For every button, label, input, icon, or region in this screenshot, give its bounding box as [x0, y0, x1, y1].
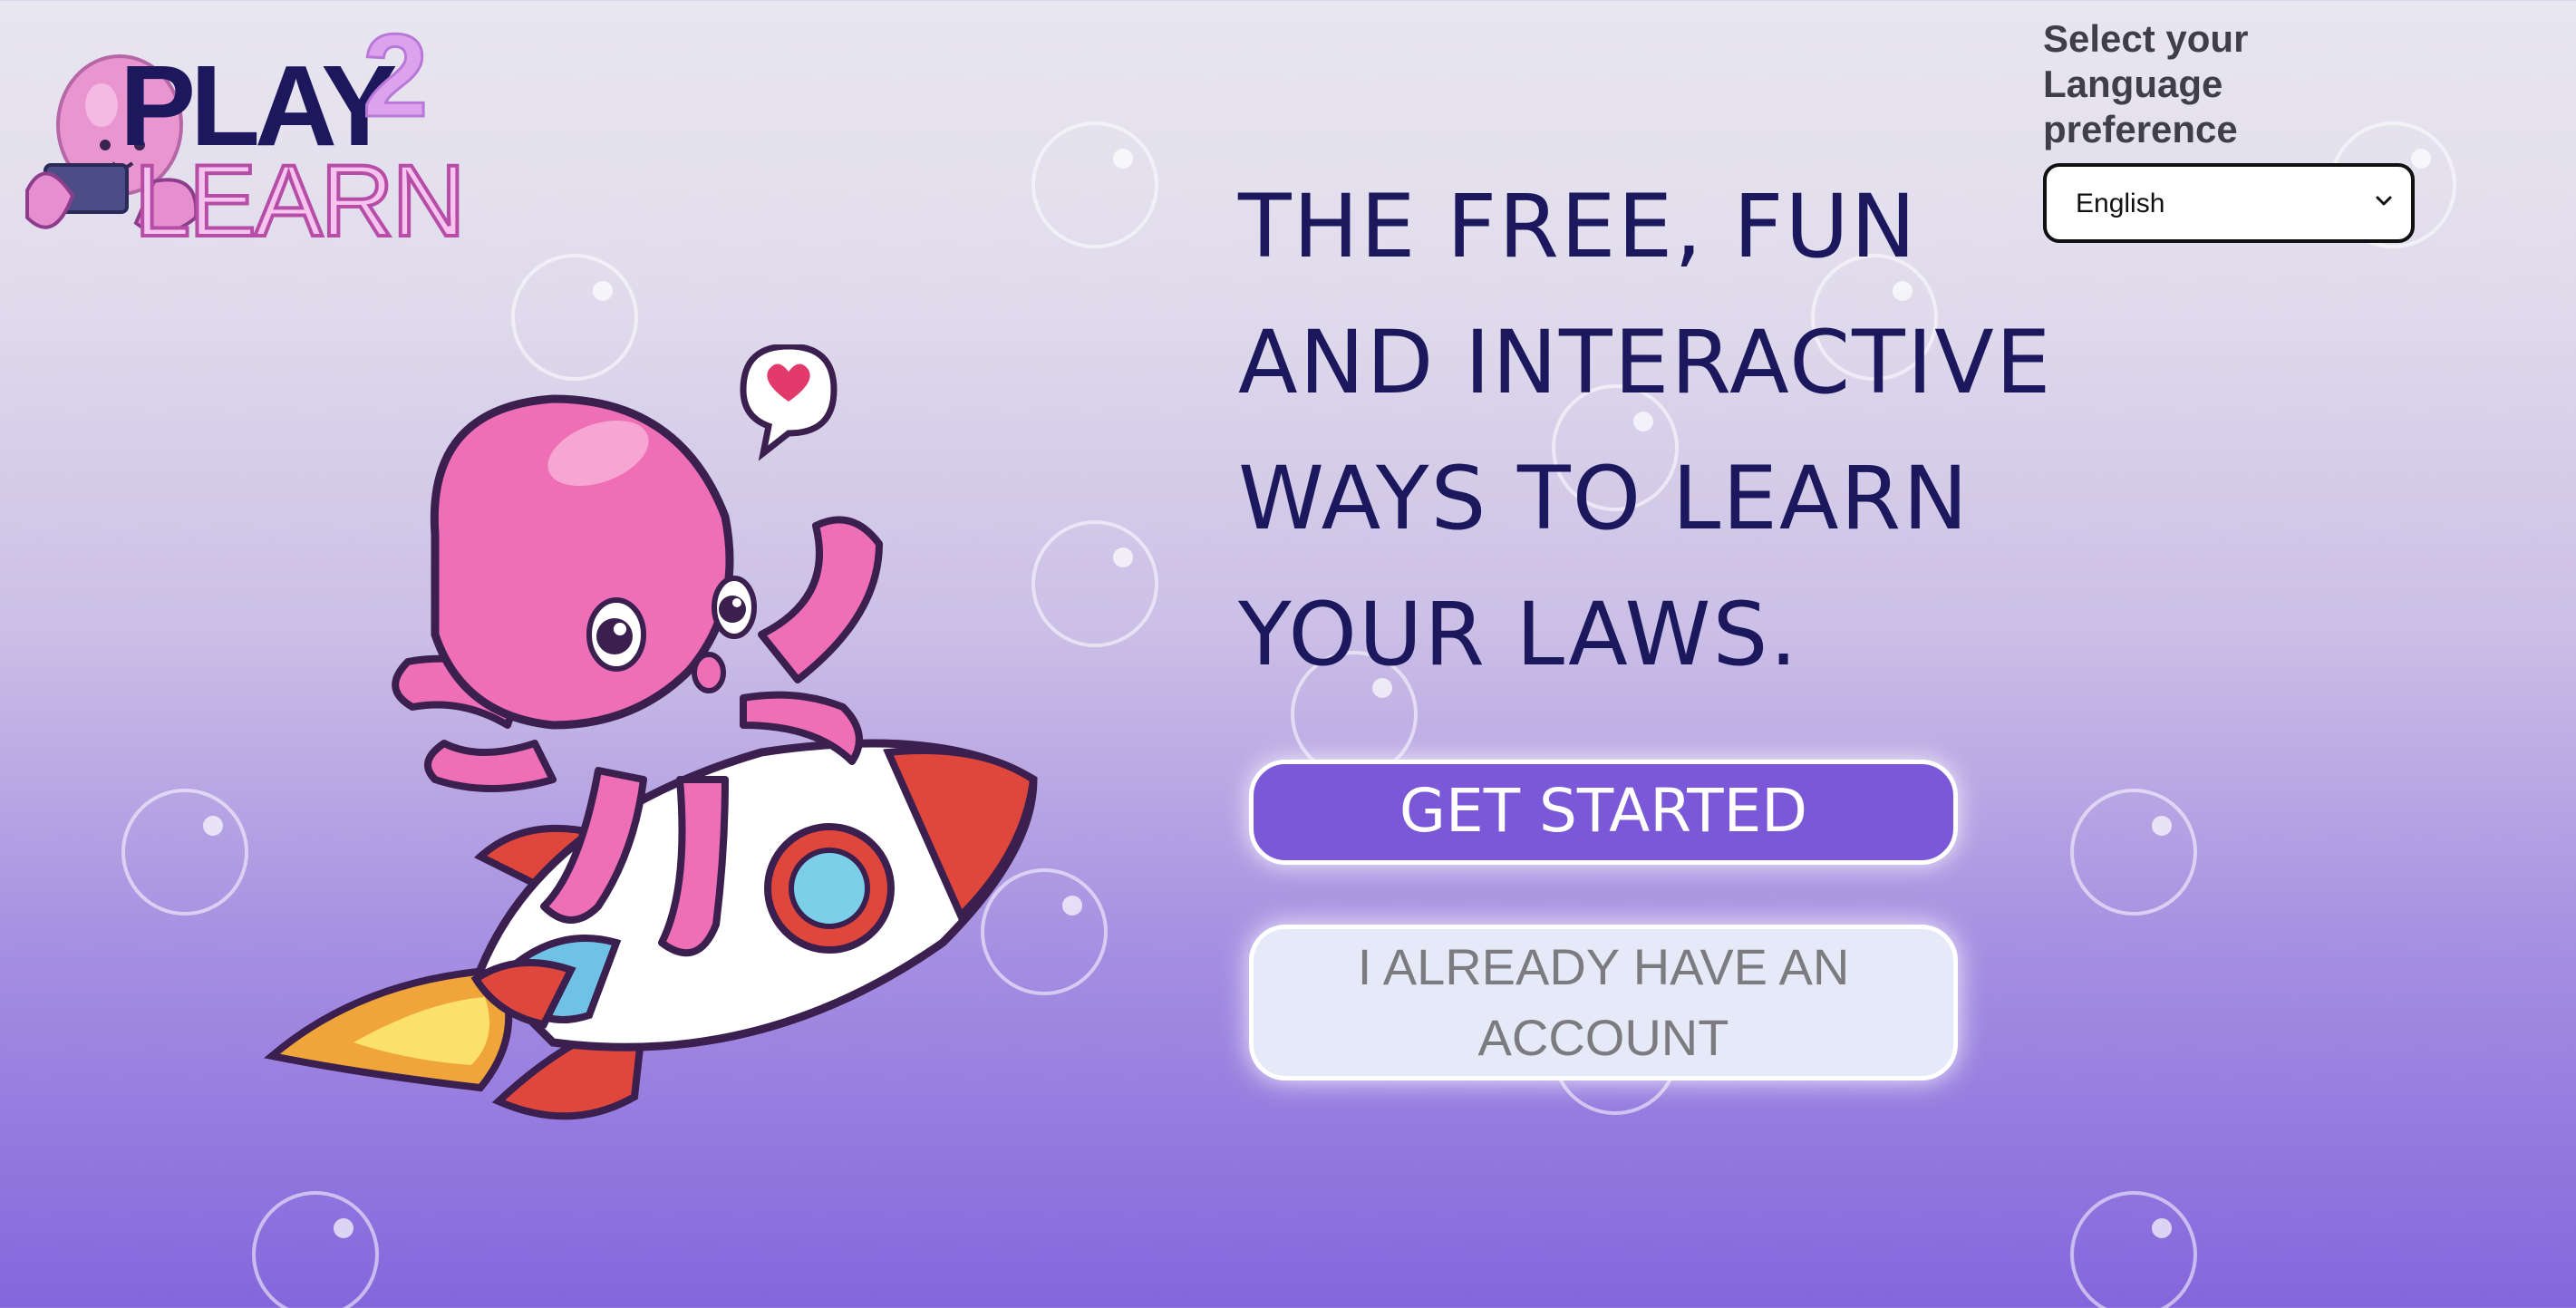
get-started-button[interactable]: GET STARTED [1249, 760, 1958, 865]
logo-word-two: 2 [361, 9, 429, 141]
octopus-rocket-illustration [264, 344, 1038, 1120]
bubble [121, 789, 248, 916]
already-have-account-label: I ALREADY HAVE AN ACCOUNT [1357, 938, 1850, 1066]
language-select[interactable]: English [2043, 163, 2415, 243]
bubble [2070, 1191, 2197, 1308]
already-have-account-button[interactable]: I ALREADY HAVE AN ACCOUNT [1249, 925, 1958, 1080]
rocket-flame-icon [264, 965, 513, 1092]
hero-headline: THE FREE, FUN AND INTERACTIVE WAYS TO LE… [1238, 176, 2053, 685]
bubble [1031, 121, 1158, 248]
octopus-icon [430, 394, 757, 730]
chevron-down-icon [2376, 196, 2392, 206]
bubble [2070, 789, 2197, 916]
play2learn-logo[interactable]: PLAY 2 LEARN [18, 9, 467, 254]
bubble [252, 1191, 379, 1308]
language-select-value: English [2076, 189, 2165, 218]
heart-speech-bubble-icon [740, 344, 838, 461]
logo-word-learn: LEARN [132, 144, 467, 257]
language-preference-label: Select your Language preference [2043, 17, 2249, 150]
